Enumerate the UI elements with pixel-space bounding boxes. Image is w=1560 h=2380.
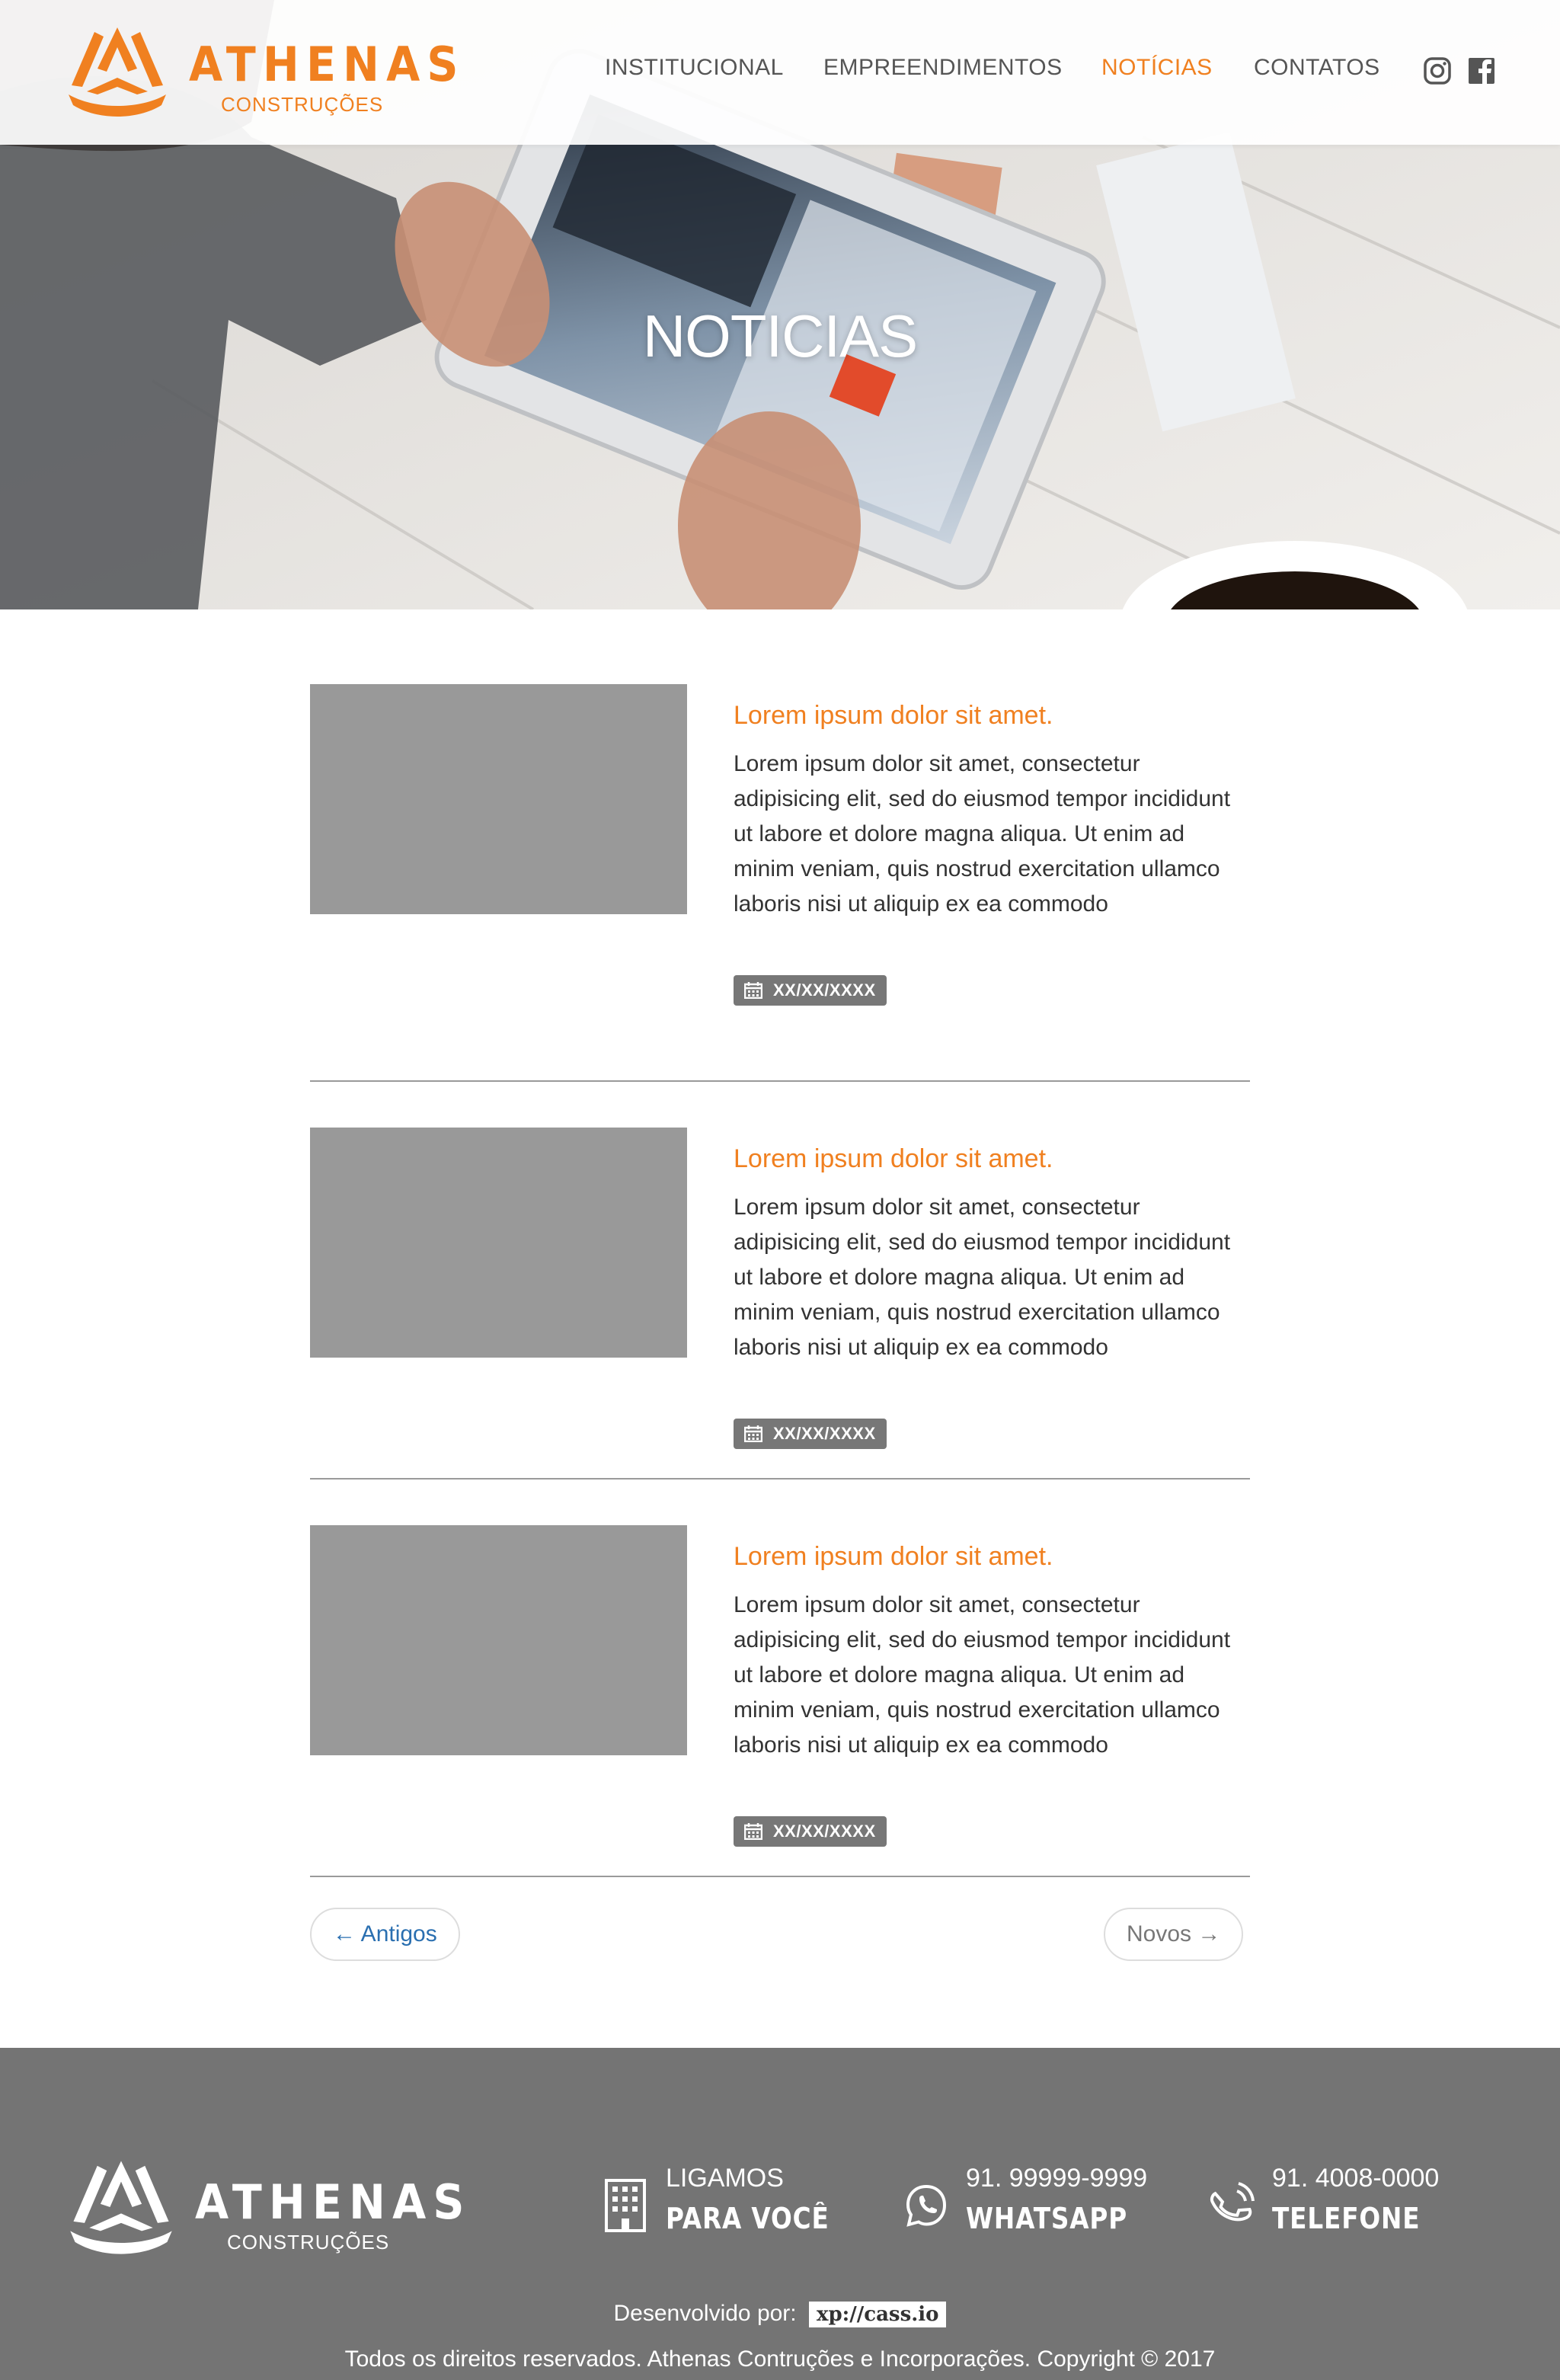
contact-call-us-top: LIGAMOS: [666, 2164, 784, 2193]
news-date: XX/XX/XXXX: [773, 1424, 876, 1443]
news-title[interactable]: Lorem ipsum dolor sit amet.: [734, 1542, 1053, 1572]
contact-phone-number: 91. 4008-0000: [1272, 2164, 1440, 2193]
news-date: XX/XX/XXXX: [773, 1822, 876, 1841]
contact-call-us-bottom: PARA VOCÊ: [666, 2202, 830, 2235]
news-date: XX/XX/XXXX: [773, 980, 876, 1000]
contact-whatsapp-label: WHATSAPP: [966, 2202, 1128, 2235]
nav-contatos[interactable]: CONTATOS: [1254, 55, 1380, 81]
news-item: Lorem ipsum dolor sit amet. Lorem ipsum …: [310, 1480, 1250, 1877]
brand-subtitle: CONSTRUÇÕES: [221, 93, 384, 116]
newer-posts-button[interactable]: Novos →: [1104, 1908, 1244, 1961]
news-date-badge: XX/XX/XXXX: [734, 1816, 887, 1847]
developer-logo[interactable]: xp://cass.io: [808, 2302, 947, 2328]
facebook-icon[interactable]: [1467, 56, 1496, 85]
main-nav: INSTITUCIONAL EMPREENDIMENTOS NOTÍCIAS C…: [0, 55, 1560, 93]
older-posts-button[interactable]: ← Antigos: [310, 1908, 460, 1961]
athenas-logo-icon: [70, 2161, 172, 2254]
calendar-icon: [744, 1425, 762, 1442]
news-title[interactable]: Lorem ipsum dolor sit amet.: [734, 1144, 1053, 1174]
nav-institucional[interactable]: INSTITUCIONAL: [605, 55, 784, 81]
phone-icon: [1210, 2182, 1255, 2222]
page-title: NOTICIAS: [642, 302, 918, 369]
news-thumbnail[interactable]: [310, 1128, 687, 1358]
news-thumbnail[interactable]: [310, 684, 687, 914]
contact-whatsapp-number: 91. 99999-9999: [966, 2164, 1148, 2193]
news-date-badge: XX/XX/XXXX: [734, 975, 887, 1006]
developer-credit: Desenvolvido por: xp://cass.io: [0, 2301, 1560, 2328]
calendar-icon: [744, 1823, 762, 1840]
copyright: Todos os direitos reservados. Athenas Co…: [344, 2346, 1216, 2372]
site-footer: ATHENAS CONSTRUÇÕES LIGAMOS PARA VOCÊ 91…: [0, 2048, 1560, 2380]
nav-noticias[interactable]: NOTÍCIAS: [1101, 55, 1213, 81]
site-header: ATHENAS CONSTRUÇÕES INSTITUCIONAL EMPREE…: [0, 0, 1560, 145]
news-list: Lorem ipsum dolor sit amet. Lorem ipsum …: [310, 684, 1250, 1877]
building-icon: [605, 2179, 646, 2232]
news-item: Lorem ipsum dolor sit amet. Lorem ipsum …: [310, 1082, 1250, 1480]
news-date-badge: XX/XX/XXXX: [734, 1419, 887, 1449]
calendar-icon: [744, 982, 762, 999]
news-thumbnail[interactable]: [310, 1525, 687, 1755]
footer-brand-subtitle: CONSTRUÇÕES: [227, 2231, 390, 2254]
news-excerpt: Lorem ipsum dolor sit amet, consectetur …: [734, 1592, 1231, 1758]
footer-logo[interactable]: ATHENAS CONSTRUÇÕES: [66, 2158, 464, 2257]
contact-phone-label: TELEFONE: [1272, 2202, 1421, 2235]
footer-brand-name: ATHENAS: [195, 2174, 472, 2230]
developed-by-label: Desenvolvido por:: [613, 2301, 797, 2326]
news-excerpt: Lorem ipsum dolor sit amet, consectetur …: [734, 1195, 1231, 1360]
news-excerpt: Lorem ipsum dolor sit amet, consectetur …: [734, 751, 1231, 916]
whatsapp-icon: [906, 2184, 947, 2227]
news-title[interactable]: Lorem ipsum dolor sit amet.: [734, 701, 1053, 731]
instagram-icon[interactable]: [1423, 56, 1452, 85]
nav-empreendimentos[interactable]: EMPREENDIMENTOS: [823, 55, 1063, 81]
news-item: Lorem ipsum dolor sit amet. Lorem ipsum …: [310, 684, 1250, 1082]
